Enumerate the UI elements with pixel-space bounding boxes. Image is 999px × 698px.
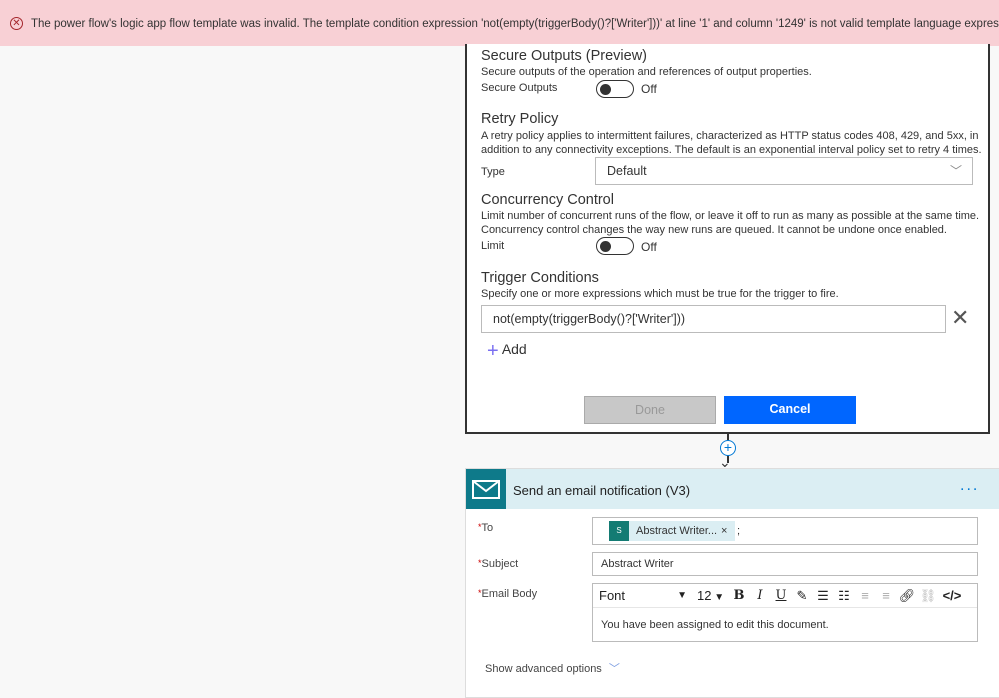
link-icon[interactable]: 🔗︎	[897, 585, 917, 607]
add-condition-button[interactable]: + Add	[487, 340, 527, 363]
retry-type-value: Default	[607, 164, 647, 178]
email-action-card: Send an email notification (V3) ... *To …	[465, 468, 999, 698]
to-token[interactable]: S Abstract Writer... ×	[609, 521, 735, 541]
chevron-down-icon: ﹀	[949, 164, 962, 178]
to-field[interactable]: S Abstract Writer... × ;	[592, 517, 978, 545]
trigger-conditions-title: Trigger Conditions	[481, 270, 599, 286]
secure-outputs-state: Off	[641, 82, 657, 96]
add-label: Add	[501, 341, 527, 357]
to-label: *To	[478, 522, 493, 534]
secure-outputs-toggle[interactable]	[596, 80, 634, 98]
concurrency-description: Limit number of concurrent runs of the f…	[481, 210, 980, 222]
underline-icon[interactable]: U	[771, 585, 791, 607]
font-value: Font	[599, 588, 626, 603]
sharepoint-icon: S	[609, 521, 629, 541]
italic-icon[interactable]: I	[750, 585, 770, 607]
code-view-icon[interactable]: </>	[939, 585, 965, 607]
secure-outputs-title: Secure Outputs (Preview)	[481, 48, 648, 64]
secure-outputs-label: Secure Outputs	[481, 82, 558, 94]
unlink-icon[interactable]: ⛓︎	[918, 585, 938, 607]
concurrency-description: Concurrency control changes the way new …	[481, 224, 947, 236]
secure-outputs-description: Secure outputs of the operation and refe…	[481, 66, 812, 78]
to-label-text: To	[481, 522, 494, 534]
retry-policy-title: Retry Policy	[481, 111, 559, 127]
show-advanced-label: Show advanced options	[485, 663, 602, 675]
numbered-list-icon[interactable]: ☷	[834, 585, 854, 607]
retry-policy-description: A retry policy applies to intermittent f…	[481, 130, 979, 142]
bullet-list-icon[interactable]: ☰	[813, 585, 833, 607]
more-options-icon[interactable]: ...	[960, 477, 979, 495]
font-select[interactable]: Font ▼	[599, 585, 691, 607]
subject-input[interactable]: Abstract Writer	[592, 552, 978, 576]
subject-label: *Subject	[478, 558, 518, 570]
email-body-text: You have been assigned to edit this docu…	[601, 619, 829, 631]
mail-icon	[466, 469, 506, 509]
outdent-icon[interactable]: ≡	[876, 585, 896, 607]
remove-token-icon[interactable]: ×	[721, 521, 727, 541]
error-circle-icon: ✕	[10, 17, 23, 30]
font-size-select[interactable]: 12 ▼	[697, 585, 727, 609]
retry-policy-description: addition to any connectivity exceptions.…	[481, 144, 982, 156]
email-body-label-text: Email Body	[481, 588, 538, 600]
error-banner: ✕ The power flow's logic app flow templa…	[0, 0, 999, 46]
show-advanced-options-link[interactable]: Show advanced options ﹀	[485, 660, 620, 676]
cancel-button[interactable]: Cancel	[724, 396, 856, 424]
to-token-label: Abstract Writer...	[636, 525, 718, 537]
concurrency-title: Concurrency Control	[481, 192, 614, 208]
email-action-title: Send an email notification (V3)	[513, 483, 691, 498]
trigger-conditions-description: Specify one or more expressions which mu…	[481, 288, 839, 300]
to-separator: ;	[737, 525, 741, 537]
editor-toolbar: Font ▼ 12 ▼ B I U ✎ ☰ ☷ ≡ ≡ 🔗︎ ⛓︎ </>	[593, 584, 977, 608]
email-action-header[interactable]: Send an email notification (V3) ...	[466, 469, 999, 509]
trigger-condition-input[interactable]: not(empty(triggerBody()?['Writer']))	[481, 305, 946, 333]
plus-icon: +	[487, 340, 499, 362]
email-body-editor[interactable]: Font ▼ 12 ▼ B I U ✎ ☰ ☷ ≡ ≡ 🔗︎ ⛓︎ </> You…	[592, 583, 978, 642]
retry-type-label: Type	[481, 166, 505, 178]
email-body-label: *Email Body	[478, 588, 537, 600]
indent-icon[interactable]: ≡	[855, 585, 875, 607]
concurrency-toggle[interactable]	[596, 237, 634, 255]
concurrency-state: Off	[641, 240, 657, 254]
caret-down-icon: ▼	[711, 592, 725, 603]
error-message: The power flow's logic app flow template…	[31, 18, 999, 30]
done-button[interactable]: Done	[584, 396, 716, 424]
retry-type-select[interactable]: Default ﹀	[595, 157, 973, 185]
chevron-down-icon: ﹀	[608, 663, 620, 675]
bold-icon[interactable]: B	[729, 585, 749, 607]
remove-condition-icon[interactable]: ✕	[951, 306, 969, 330]
subject-label-text: Subject	[481, 558, 519, 570]
settings-panel: Secure Outputs (Preview) Secure outputs …	[465, 44, 990, 434]
concurrency-label: Limit	[481, 240, 505, 252]
color-pen-icon[interactable]: ✎	[792, 585, 812, 607]
font-size-value: 12	[697, 588, 712, 603]
caret-down-icon: ▼	[677, 590, 687, 601]
